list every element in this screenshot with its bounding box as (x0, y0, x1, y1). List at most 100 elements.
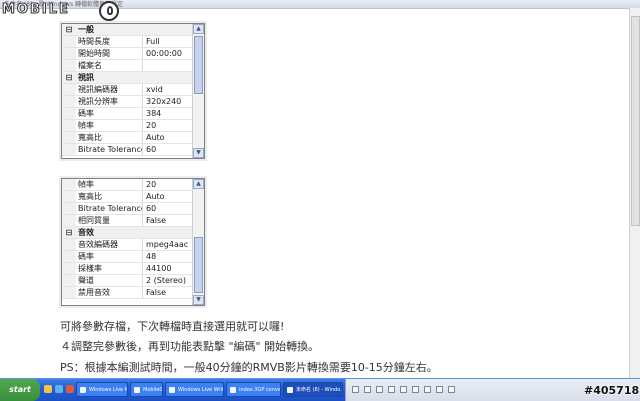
property-name: Bitrate Tolerance (78, 203, 143, 214)
row-gutter (62, 60, 76, 71)
property-row[interactable]: 採樣率 44100 (62, 263, 193, 275)
property-row[interactable]: 檔案名 (62, 60, 193, 72)
tray-icon[interactable] (436, 386, 443, 393)
row-gutter (62, 144, 76, 155)
taskbar: start Windows Live Messen...Mobile01 簡易無… (0, 378, 640, 401)
property-name: 時間長度 (76, 36, 143, 47)
property-grid-rows: ⊟ 一般 時間長度 Full 開始時間 00:00:00 檔案名 ⊟ 視訊 視訊編碼器 xvid 視訊… (62, 24, 193, 158)
property-row[interactable]: 幀率 20 (62, 179, 193, 191)
property-row[interactable]: 碼率 48 (62, 251, 193, 263)
category-row[interactable]: ⊟ 視訊 (62, 72, 193, 84)
tray-icon[interactable] (352, 386, 359, 393)
tray-icon[interactable] (364, 386, 371, 393)
property-value[interactable]: False (143, 215, 193, 226)
property-value[interactable]: 20 (143, 179, 193, 190)
property-value[interactable]: mpeg4aac (143, 239, 193, 250)
property-value[interactable]: 60 (143, 144, 193, 155)
site-logo: MOBILE (2, 2, 70, 17)
property-row[interactable]: 寬高比 Auto (62, 132, 193, 144)
property-row[interactable]: 幀率 20 (62, 120, 193, 132)
taskbar-window-button[interactable]: Windows Live Writer... (165, 382, 224, 397)
property-row[interactable]: Bitrate Tolerance 60 (62, 144, 193, 156)
property-value[interactable]: 60 (143, 203, 193, 214)
property-value[interactable]: 44100 (143, 263, 193, 274)
property-grid-audio[interactable]: 幀率 20 寬高比 Auto Bitrate Tolerance 60 相同質量 False ⊟… (61, 178, 205, 306)
category-label: 視訊 (76, 72, 193, 83)
property-value[interactable]: False (143, 287, 193, 298)
tray-icon[interactable] (376, 386, 383, 393)
window-title-strip: 未命名 (8) - 歌 Windows 轉檔軟體參數設定 (0, 0, 640, 9)
property-grid-general-video[interactable]: ⊟ 一般 時間長度 Full 開始時間 00:00:00 檔案名 ⊟ 視訊 視訊編碼器 xvid 視訊… (61, 23, 205, 159)
quicklaunch-media-icon[interactable] (66, 385, 74, 393)
property-name: 音效編碼器 (76, 239, 143, 250)
property-name: 寬高比 (76, 191, 143, 202)
property-row[interactable]: 碼率 384 (62, 108, 193, 120)
collapse-toggle-icon[interactable]: ⊟ (62, 72, 76, 83)
scroll-down-icon[interactable]: ▼ (193, 148, 204, 158)
property-value[interactable]: 48 (143, 251, 193, 262)
property-row[interactable]: 禁用音效 False (62, 287, 193, 299)
property-value[interactable]: Full (143, 36, 193, 47)
property-name: 聲道 (76, 275, 143, 286)
property-value[interactable]: Auto (143, 132, 193, 143)
page-scrollbar-thumb[interactable] (631, 16, 640, 226)
page-scrollbar[interactable] (629, 8, 640, 378)
property-value[interactable] (143, 60, 193, 71)
collapse-toggle-icon[interactable]: ⊟ (62, 24, 76, 35)
tray-icon[interactable] (424, 386, 431, 393)
row-gutter (62, 36, 76, 47)
property-name: 視訊分辨率 (76, 96, 143, 107)
property-value[interactable]: 320x240 (143, 96, 193, 107)
property-grid-scrollbar[interactable]: ▲ ▼ (192, 24, 204, 158)
tray-icon[interactable] (412, 386, 419, 393)
scrollbar-thumb[interactable] (194, 36, 203, 94)
category-row[interactable]: ⊟ 音效 (62, 227, 193, 239)
scroll-up-icon[interactable]: ▲ (193, 24, 204, 34)
taskbar-window-button[interactable]: Windows Live Messen... (76, 382, 128, 397)
tray-icon[interactable] (400, 386, 407, 393)
row-gutter (62, 132, 76, 143)
quicklaunch-folder-icon[interactable] (44, 385, 52, 393)
property-row[interactable]: 音效編碼器 mpeg4aac (62, 239, 193, 251)
property-grid-scrollbar[interactable]: ▲ ▼ (192, 179, 204, 305)
scroll-up-icon[interactable]: ▲ (193, 179, 204, 189)
quicklaunch-browser-icon[interactable] (55, 385, 63, 393)
row-gutter (62, 48, 76, 59)
property-value[interactable]: 20 (143, 120, 193, 131)
property-value[interactable]: xvid (143, 84, 193, 95)
tray-icon[interactable] (388, 386, 395, 393)
category-row[interactable]: ⊟ 一般 (62, 24, 193, 36)
row-gutter (62, 120, 76, 131)
property-value[interactable]: 2 (Stereo) (143, 275, 193, 286)
row-gutter (62, 287, 76, 298)
property-value[interactable]: 00:00:00 (143, 48, 193, 59)
property-row[interactable]: 開始時間 00:00:00 (62, 48, 193, 60)
property-value[interactable]: Auto (143, 191, 193, 202)
row-gutter (62, 96, 76, 107)
property-name: 檔案名 (76, 60, 143, 71)
property-row[interactable]: 寬高比 Auto (62, 191, 193, 203)
property-row[interactable]: 聲道 2 (Stereo) (62, 275, 193, 287)
property-row[interactable]: Bitrate Tolerance 60 (62, 203, 193, 215)
paragraph-save-tip: 可將參數存檔，下次轉檔時直接選用就可以囉! (60, 320, 285, 333)
property-name: 禁用音效 (76, 287, 143, 298)
category-label: 音效 (76, 227, 193, 238)
property-value[interactable]: 384 (143, 108, 193, 119)
collapse-toggle-icon[interactable]: ⊟ (62, 227, 76, 238)
property-name: 採樣率 (76, 263, 143, 274)
scroll-down-icon[interactable]: ▼ (193, 295, 204, 305)
taskbar-window-button[interactable]: 未命名 (8) - Windo... (283, 382, 343, 397)
tray-icon[interactable] (448, 386, 455, 393)
taskbar-window-button[interactable]: index.3GP converter (226, 382, 281, 397)
scrollbar-thumb[interactable] (194, 237, 203, 293)
logo-mark-icon (99, 1, 119, 21)
category-label: 一般 (76, 24, 193, 35)
property-name: 幀率 (76, 120, 143, 131)
start-button[interactable]: start (0, 379, 40, 401)
property-row[interactable]: 視訊編碼器 xvid (62, 84, 193, 96)
property-row[interactable]: 時間長度 Full (62, 36, 193, 48)
property-row[interactable]: 相同質量 False (62, 215, 193, 227)
paragraph-step-4: ４調整完參數後，再到功能表點擊 "編碼" 開始轉換。 (60, 340, 320, 353)
property-row[interactable]: 視訊分辨率 320x240 (62, 96, 193, 108)
taskbar-window-button[interactable]: Mobile01 簡易無主... (130, 382, 163, 397)
